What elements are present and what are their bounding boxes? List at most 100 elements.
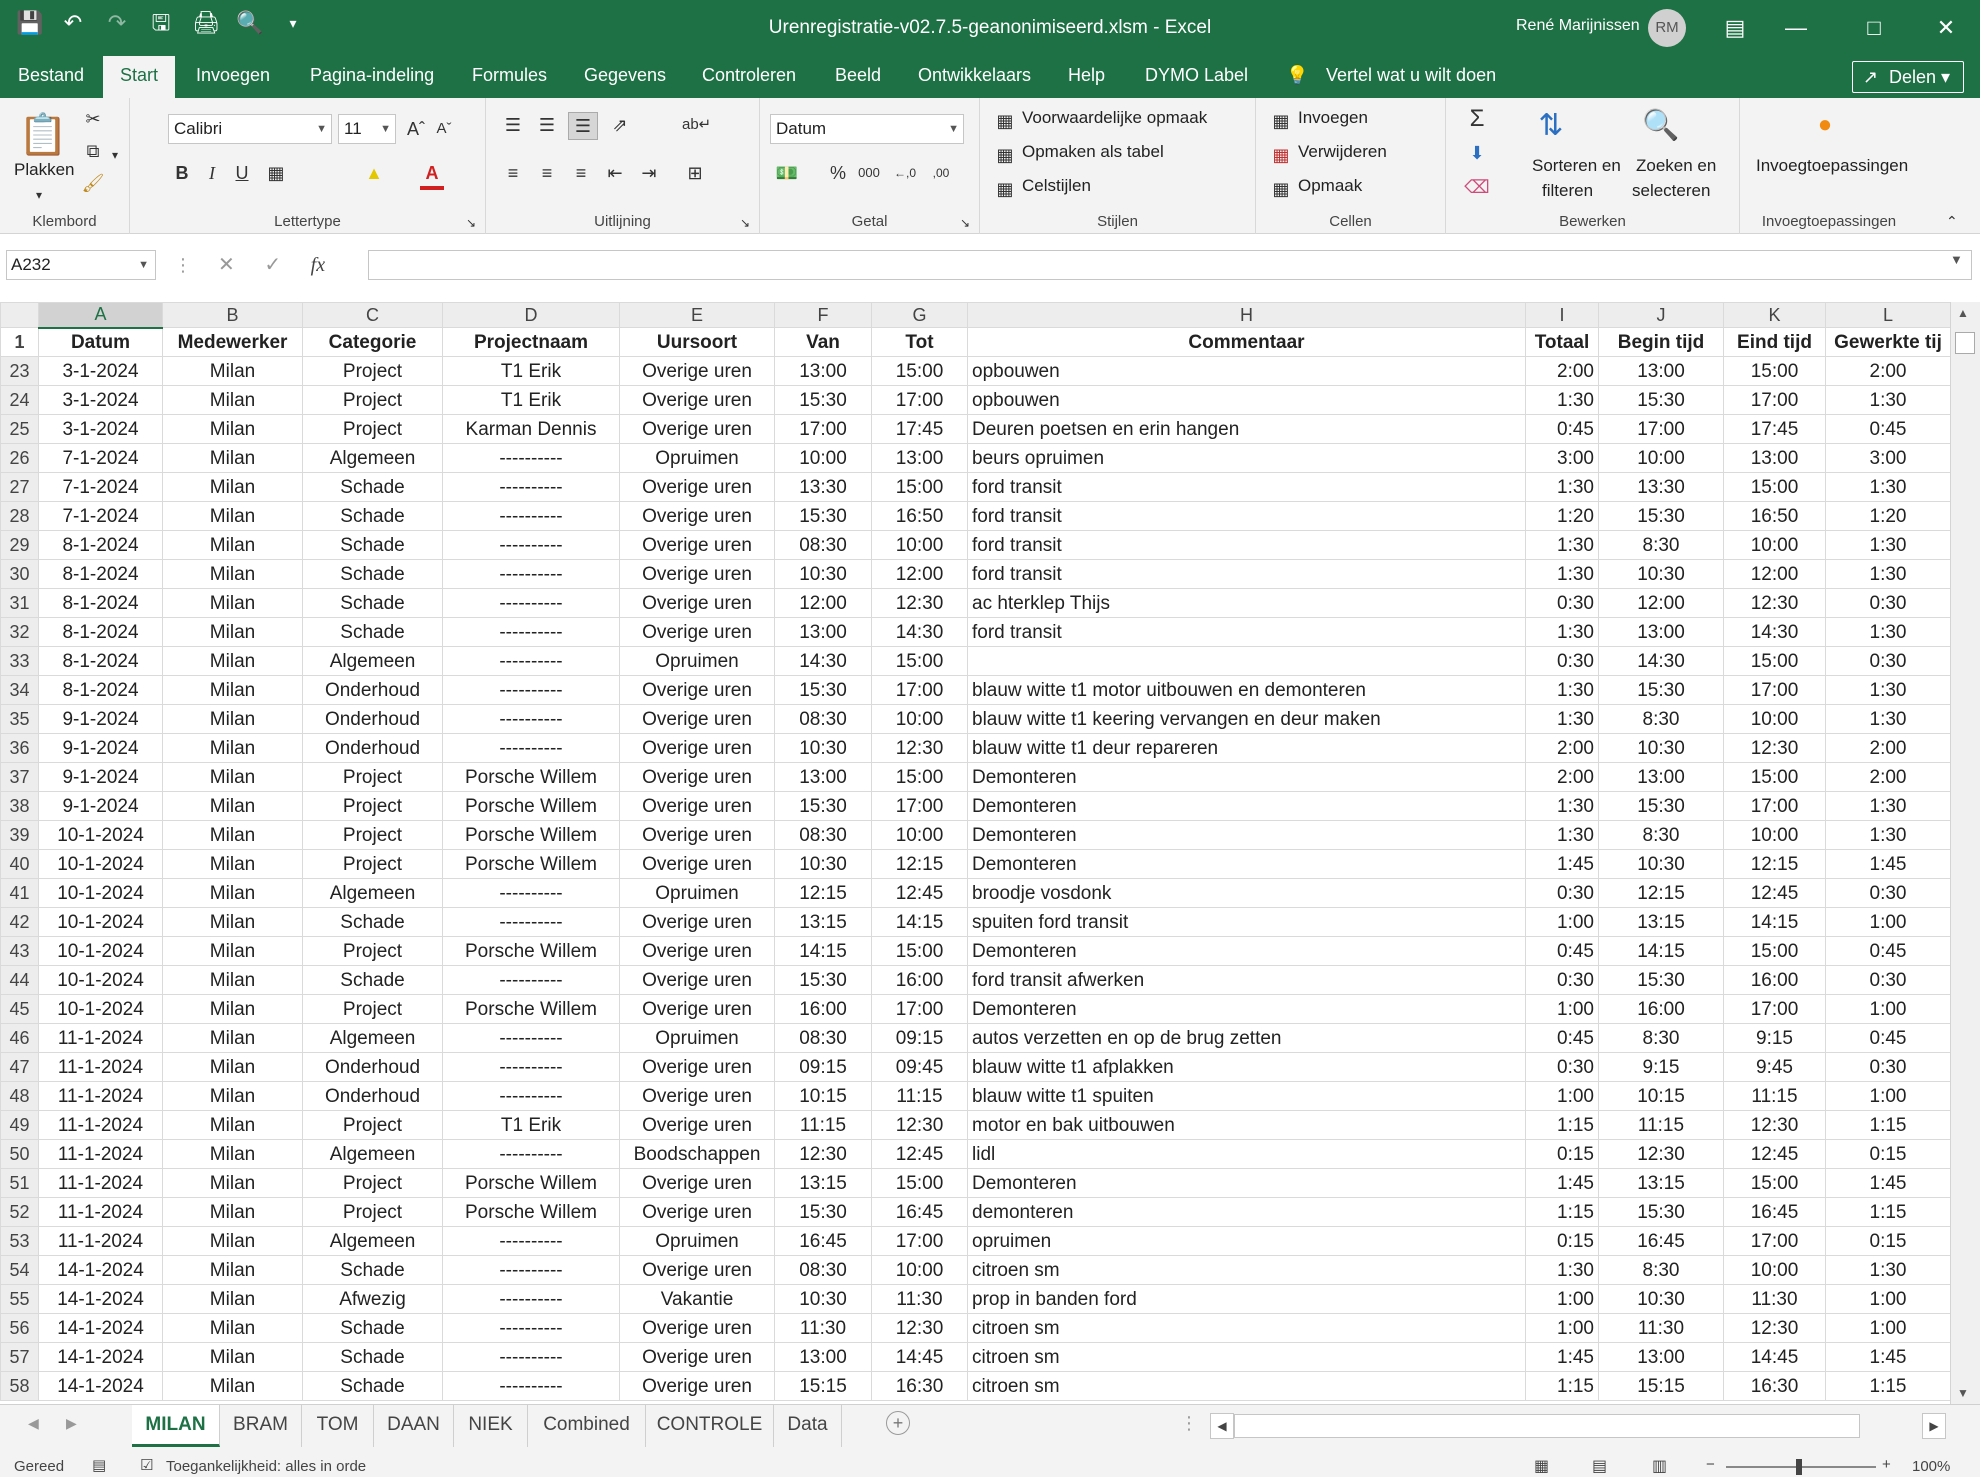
cell[interactable]: 0:30 — [1525, 646, 1599, 676]
header-cell[interactable]: Gewerkte tij — [1825, 327, 1951, 357]
sort-filter-label-2[interactable]: filteren — [1542, 181, 1593, 201]
cell[interactable]: 1:30 — [1525, 704, 1599, 734]
cell[interactable]: ---------- — [442, 1255, 620, 1285]
cell[interactable]: 13:00 — [774, 356, 872, 386]
row-number[interactable]: 34 — [0, 675, 39, 705]
cell[interactable]: 10:30 — [774, 733, 872, 763]
row-number[interactable]: 23 — [0, 356, 39, 386]
cell[interactable]: 14-1-2024 — [38, 1371, 163, 1401]
cell[interactable]: 1:45 — [1825, 1342, 1951, 1372]
cell[interactable]: 12:15 — [1598, 878, 1724, 908]
cell[interactable]: 17:00 — [1723, 791, 1826, 821]
cell[interactable]: Milan — [162, 675, 303, 705]
fill-color-icon[interactable]: ▲ — [362, 160, 386, 186]
row-number[interactable]: 39 — [0, 820, 39, 850]
cell[interactable]: 3-1-2024 — [38, 385, 163, 415]
cell[interactable]: 16:45 — [871, 1197, 968, 1227]
cell[interactable]: 10:00 — [871, 704, 968, 734]
column-header-j[interactable]: J — [1598, 302, 1724, 328]
cell[interactable]: ford transit afwerken — [967, 965, 1526, 995]
column-header-e[interactable]: E — [619, 302, 775, 328]
cell[interactable]: 13:30 — [1598, 472, 1724, 502]
cell[interactable]: 13:15 — [774, 907, 872, 937]
header-cell[interactable]: Datum — [38, 327, 163, 357]
cell[interactable]: 1:00 — [1825, 1284, 1951, 1314]
cell[interactable]: Overige uren — [619, 559, 775, 589]
merge-center-icon[interactable]: ⊞ — [682, 160, 708, 186]
cell[interactable]: Demonteren — [967, 791, 1526, 821]
cell[interactable]: ---------- — [442, 733, 620, 763]
cell[interactable]: 13:00 — [774, 617, 872, 647]
header-cell[interactable]: Van — [774, 327, 872, 357]
row-number[interactable]: 55 — [0, 1284, 39, 1314]
scroll-left-icon[interactable]: ◀ — [1210, 1413, 1234, 1439]
cell[interactable]: 0:45 — [1525, 936, 1599, 966]
cell[interactable]: 15:15 — [774, 1371, 872, 1401]
header-cell[interactable]: Begin tijd — [1598, 327, 1724, 357]
add-sheet-icon[interactable]: + — [886, 1411, 910, 1435]
cell[interactable]: 0:30 — [1825, 588, 1951, 618]
cell[interactable]: Demonteren — [967, 994, 1526, 1024]
cell[interactable]: beurs opruimen — [967, 443, 1526, 473]
cell[interactable]: 15:30 — [1598, 791, 1724, 821]
cell[interactable]: 1:30 — [1525, 820, 1599, 850]
cell[interactable]: Project — [302, 849, 443, 879]
cell[interactable]: Project — [302, 414, 443, 444]
cell[interactable]: 17:00 — [871, 1226, 968, 1256]
scroll-down-icon[interactable]: ▼ — [1957, 1386, 1969, 1400]
row-number[interactable]: 24 — [0, 385, 39, 415]
cell[interactable]: 15:00 — [1723, 356, 1826, 386]
cell[interactable]: 1:45 — [1525, 1342, 1599, 1372]
cell[interactable]: 16:00 — [1598, 994, 1724, 1024]
cell[interactable]: 1:15 — [1525, 1197, 1599, 1227]
cell[interactable]: Project — [302, 791, 443, 821]
orientation-icon[interactable]: ⇗ — [606, 112, 634, 138]
column-header-g[interactable]: G — [871, 302, 968, 328]
cell[interactable]: Overige uren — [619, 791, 775, 821]
cell[interactable]: 1:30 — [1525, 675, 1599, 705]
cell[interactable]: Overige uren — [619, 1342, 775, 1372]
cell[interactable]: citroen sm — [967, 1255, 1526, 1285]
cell[interactable]: Schade — [302, 1342, 443, 1372]
cell[interactable]: 10:00 — [871, 530, 968, 560]
cell[interactable]: blauw witte t1 keering vervangen en deur… — [967, 704, 1526, 734]
maximize-icon[interactable]: □ — [1854, 10, 1894, 46]
cell[interactable]: Deuren poetsen en erin hangen — [967, 414, 1526, 444]
sheet-tab-controle[interactable]: CONTROLE — [646, 1405, 774, 1447]
cell[interactable]: 10:00 — [1598, 443, 1724, 473]
cell[interactable]: 11-1-2024 — [38, 1081, 163, 1111]
cell[interactable]: Milan — [162, 994, 303, 1024]
row-number[interactable]: 56 — [0, 1313, 39, 1343]
format-cells-button[interactable]: Opmaak — [1298, 176, 1362, 196]
cell[interactable]: Milan — [162, 472, 303, 502]
header-cell[interactable]: Eind tijd — [1723, 327, 1826, 357]
cell[interactable]: 15:30 — [774, 501, 872, 531]
cell[interactable]: Milan — [162, 791, 303, 821]
cell[interactable]: blauw witte t1 spuiten — [967, 1081, 1526, 1111]
cell[interactable]: 0:45 — [1525, 1023, 1599, 1053]
cell[interactable]: Afwezig — [302, 1284, 443, 1314]
spreadsheet-grid[interactable]: ABCDEFGHIJKL 1 Datum Medewerker Categorie Pr… — [0, 302, 1980, 1404]
normal-view-icon[interactable]: ▦ — [1534, 1456, 1549, 1476]
cell[interactable]: 14:15 — [774, 936, 872, 966]
italic-icon[interactable]: I — [200, 160, 224, 186]
cell[interactable] — [967, 646, 1526, 676]
cell[interactable]: 1:30 — [1525, 472, 1599, 502]
format-as-table-icon[interactable]: ▦ — [994, 142, 1016, 168]
cell[interactable]: Milan — [162, 1342, 303, 1372]
row-number[interactable]: 48 — [0, 1081, 39, 1111]
cell[interactable]: 13:30 — [774, 472, 872, 502]
cell[interactable]: Overige uren — [619, 704, 775, 734]
align-right-icon[interactable]: ≡ — [568, 160, 594, 186]
cell[interactable]: 9-1-2024 — [38, 791, 163, 821]
cell[interactable]: 10:00 — [871, 820, 968, 850]
row-number[interactable]: 44 — [0, 965, 39, 995]
cell[interactable]: ---------- — [442, 675, 620, 705]
header-cell[interactable]: Tot — [871, 327, 968, 357]
row-number[interactable]: 32 — [0, 617, 39, 647]
addins-button[interactable]: Invoegtoepassingen — [1756, 156, 1908, 176]
cell[interactable]: Porsche Willem — [442, 1168, 620, 1198]
cell[interactable]: 1:30 — [1525, 385, 1599, 415]
cell[interactable]: 0:30 — [1825, 1052, 1951, 1082]
insert-cells-icon[interactable]: ▦ — [1270, 108, 1292, 134]
